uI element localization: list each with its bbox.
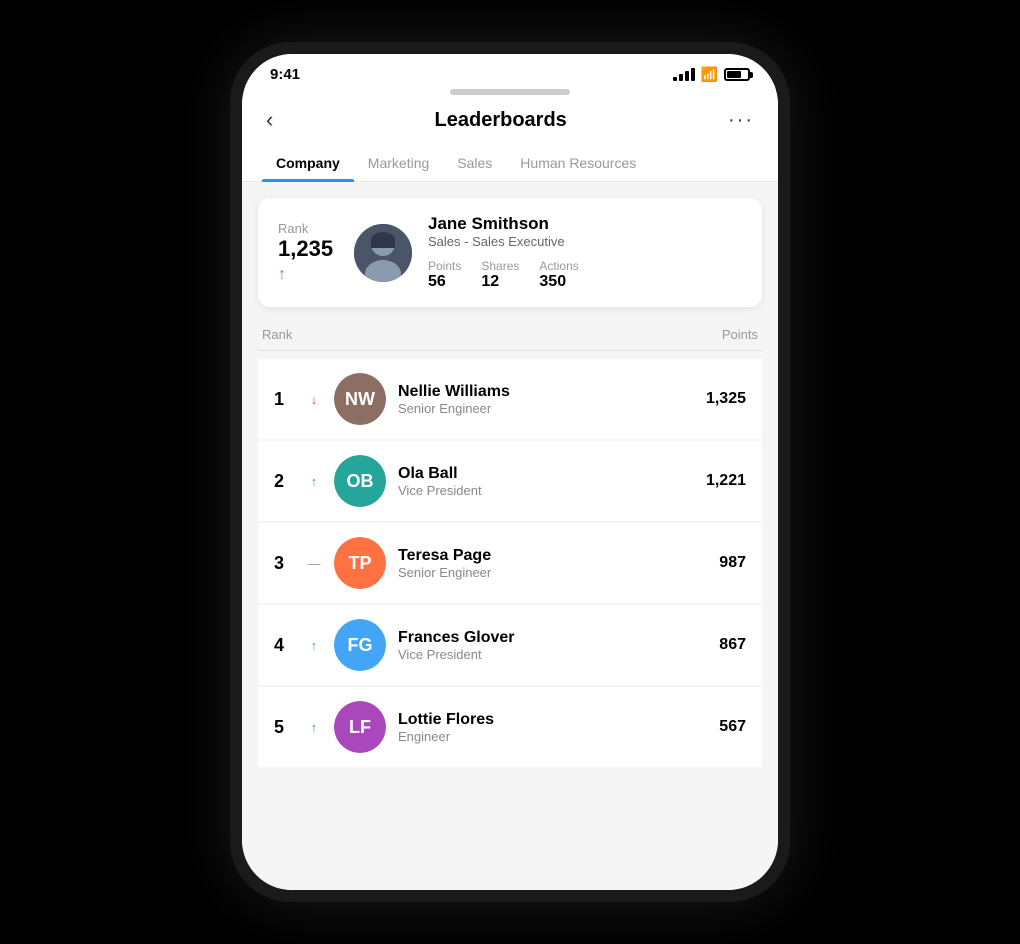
item-trend-icon: ↓ [306,392,322,407]
my-avatar [354,224,412,282]
item-job-title: Senior Engineer [398,565,707,580]
item-avatar: LF [334,701,386,753]
item-job-title: Engineer [398,729,707,744]
list-header: Rank Points [258,323,762,350]
item-job-title: Vice President [398,483,694,498]
tab-sales[interactable]: Sales [443,145,506,181]
tab-bar: Company Marketing Sales Human Resources [242,145,778,182]
my-job-title: Sales - Sales Executive [428,234,742,249]
item-job-title: Vice President [398,647,707,662]
actions-stat: Actions 350 [539,259,578,291]
rank-info: Rank 1,235 ↑ [278,221,338,284]
actions-label: Actions [539,259,578,273]
phone-screen: 9:41 📶 ‹ Leaderboards ··· [242,54,778,890]
my-rank-card: Rank 1,235 ↑ Jane Smi [258,198,762,307]
my-info: Jane Smithson Sales - Sales Executive Po… [428,214,742,291]
item-name: Nellie Williams [398,383,694,401]
item-info: Frances Glover Vice President [398,629,707,662]
points-label: Points [428,259,461,273]
signal-icon [673,68,695,81]
points-column-header: Points [722,327,758,342]
item-trend-icon: ↑ [306,474,322,489]
item-rank: 3 [274,553,294,574]
more-button[interactable]: ··· [728,109,754,132]
item-info: Ola Ball Vice President [398,465,694,498]
item-points: 1,325 [706,390,746,408]
list-divider [258,350,762,351]
item-points: 567 [719,718,746,736]
item-avatar: NW [334,373,386,425]
item-avatar: FG [334,619,386,671]
item-info: Nellie Williams Senior Engineer [398,383,694,416]
rank-column-header: Rank [262,327,292,342]
item-trend-icon: ↑ [306,720,322,735]
main-content: Rank 1,235 ↑ Jane Smi [242,182,778,890]
item-rank: 2 [274,471,294,492]
item-points: 987 [719,554,746,572]
list-item[interactable]: 1 ↓ NW Nellie Williams Senior Engineer 1… [258,359,762,439]
app-header: ‹ Leaderboards ··· [242,99,778,145]
rank-trend-icon: ↑ [278,266,286,284]
list-item[interactable]: 5 ↑ LF Lottie Flores Engineer 567 [258,687,762,767]
item-rank: 4 [274,635,294,656]
status-time: 9:41 [270,66,300,83]
item-trend-icon: ↑ [306,638,322,653]
item-name: Teresa Page [398,547,707,565]
shares-stat: Shares 12 [481,259,519,291]
list-item[interactable]: 3 — TP Teresa Page Senior Engineer 987 [258,523,762,603]
tab-marketing[interactable]: Marketing [354,145,443,181]
item-job-title: Senior Engineer [398,401,694,416]
item-info: Teresa Page Senior Engineer [398,547,707,580]
item-trend-icon: — [306,556,322,571]
item-points: 867 [719,636,746,654]
status-icons: 📶 [673,66,750,83]
points-stat: Points 56 [428,259,461,291]
item-avatar: TP [334,537,386,589]
notch [450,89,570,95]
phone-frame: 9:41 📶 ‹ Leaderboards ··· [230,42,790,902]
item-avatar: OB [334,455,386,507]
actions-value: 350 [539,273,578,291]
item-name: Lottie Flores [398,711,707,729]
points-value: 56 [428,273,461,291]
item-info: Lottie Flores Engineer [398,711,707,744]
tab-hr[interactable]: Human Resources [506,145,650,181]
rank-label: Rank [278,221,308,236]
shares-value: 12 [481,273,519,291]
item-rank: 5 [274,717,294,738]
item-name: Ola Ball [398,465,694,483]
item-rank: 1 [274,389,294,410]
my-stats: Points 56 Shares 12 Actions 350 [428,259,742,291]
shares-label: Shares [481,259,519,273]
status-bar: 9:41 📶 [242,54,778,89]
my-name: Jane Smithson [428,214,742,234]
leaderboard-list: 1 ↓ NW Nellie Williams Senior Engineer 1… [258,359,762,767]
wifi-icon: 📶 [701,66,718,83]
item-points: 1,221 [706,472,746,490]
item-name: Frances Glover [398,629,707,647]
list-item[interactable]: 2 ↑ OB Ola Ball Vice President 1,221 [258,441,762,521]
rank-number: 1,235 [278,236,333,262]
list-item[interactable]: 4 ↑ FG Frances Glover Vice President 867 [258,605,762,685]
back-button[interactable]: ‹ [266,107,273,133]
page-title: Leaderboards [435,109,567,132]
battery-icon [724,68,750,81]
notch-area [242,89,778,99]
tab-company[interactable]: Company [262,145,354,181]
